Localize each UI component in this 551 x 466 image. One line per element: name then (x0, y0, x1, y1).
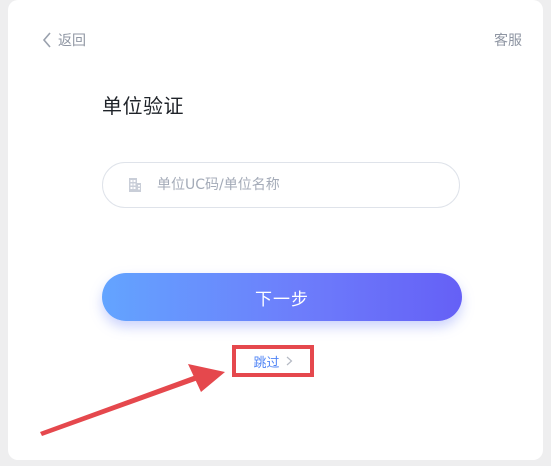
skip-button[interactable]: 跳过 (253, 352, 292, 371)
verification-card: 返回 客服 单位验证 下一步 (8, 0, 543, 460)
chevron-left-icon (42, 32, 51, 48)
back-button[interactable]: 返回 (42, 29, 86, 51)
chevron-right-icon (286, 356, 292, 366)
skip-label: 跳过 (253, 355, 280, 371)
skip-highlight-box: 跳过 (232, 345, 314, 377)
building-icon (129, 178, 141, 192)
back-label: 返回 (58, 33, 86, 49)
unit-code-input[interactable] (155, 176, 439, 194)
customer-service-link[interactable]: 客服 (494, 30, 522, 50)
page-title: 单位验证 (102, 94, 184, 118)
unit-input-container[interactable] (102, 162, 460, 208)
next-step-button[interactable]: 下一步 (102, 273, 462, 321)
